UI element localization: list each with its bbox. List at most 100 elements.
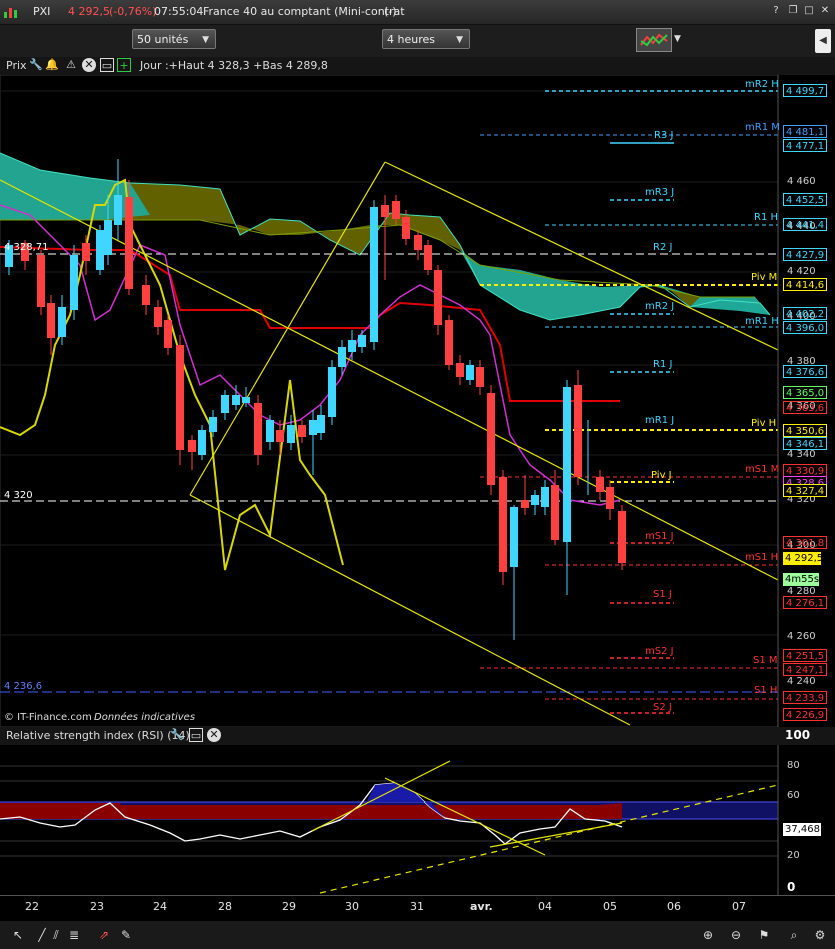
price-panel-label: Prix [6, 59, 27, 72]
close-icon[interactable]: ✕ [819, 5, 831, 17]
pivot-mR1-J: mR1 J [645, 415, 675, 426]
bell-icon[interactable]: 🔔 [45, 58, 59, 72]
x-label: avr. [470, 900, 493, 913]
price-tag: 4 427,9 [783, 248, 828, 261]
fibonacci-icon[interactable]: ≣ [66, 927, 82, 943]
price-tag: 4 327,4 [783, 484, 828, 497]
price-tag: 4 233,9 [783, 691, 828, 704]
copyright-text: © IT-Finance.com [4, 712, 92, 723]
pivot-R1-J: R1 J [653, 359, 673, 370]
rsi-current-value: 37,468 [783, 823, 821, 836]
price-tag: 4 276,1 [783, 596, 828, 609]
rsi-axis-tick: 100 [785, 728, 811, 742]
magnifier-icon[interactable]: ⌕ [786, 927, 802, 943]
restore-icon[interactable]: ❐ [787, 5, 799, 17]
x-label: 06 [667, 900, 681, 913]
wrench-icon[interactable]: 🔧 [170, 728, 184, 742]
x-label: 05 [603, 900, 617, 913]
add-indicator-icon[interactable]: + [117, 58, 131, 72]
axis-tick: 4 260 [787, 631, 816, 642]
disclaimer-text: Données indicatives [94, 712, 196, 723]
rsi-chart[interactable] [0, 745, 835, 895]
pivot-mS1-J: mS1 J [645, 531, 674, 542]
x-label: 31 [410, 900, 424, 913]
last-price: 4 292,5 [68, 5, 110, 18]
pen-icon[interactable]: ✎ [118, 927, 134, 943]
scroll-arrow-button[interactable]: ◀ [815, 29, 831, 53]
bottom-toolbar: ↖ ╱ ⫽ ≣ ⇗ ✎ ⊕ ⊖ ⚑ ⌕ ⚙ [0, 920, 835, 949]
price-tag: 4 452,5 [783, 193, 828, 206]
x-label: 24 [153, 900, 167, 913]
close-icon[interactable]: ✕ [82, 58, 96, 72]
x-axis: 22 23 24 28 29 30 31 avr. 04 05 06 07 [0, 895, 835, 920]
price-tag: 4 247,1 [783, 663, 828, 676]
close-icon[interactable]: ✕ [207, 728, 221, 742]
pivot-mR1-M: mR1 M [745, 122, 780, 133]
pivot-S1-M: S1 M [753, 655, 778, 666]
price-tag: 4 251,5 [783, 649, 828, 662]
instrument-suffix: (-) [384, 5, 397, 18]
arrow-tool-icon[interactable]: ⇗ [96, 927, 112, 943]
pivot-R3-J: R3 J [654, 130, 674, 141]
pivot-mR2-H: mR2 H [745, 79, 779, 90]
price-tag: 4 477,1 [783, 139, 828, 152]
price-tag: 4 226,9 [783, 708, 828, 721]
zoom-in-icon[interactable]: ⊕ [700, 927, 716, 943]
level-label-4328: 4 328,71 [4, 242, 49, 253]
level-label-4236: 4 236,6 [4, 681, 43, 692]
symbol-label: PXI [33, 5, 51, 18]
rsi-axis-tick: 0 [787, 880, 796, 894]
chevron-down-icon: ▼ [456, 35, 463, 45]
axis-tick: 4 420 [787, 266, 816, 277]
help-icon[interactable]: ? [770, 5, 782, 17]
price-change: (-0,76%) [109, 5, 157, 18]
price-tag: 4 363,6 [783, 401, 828, 414]
channel-tool-icon[interactable]: ⫽ [48, 927, 64, 943]
chevron-down-icon[interactable]: ▼ [674, 34, 681, 44]
x-label: 07 [732, 900, 746, 913]
window-icon[interactable]: ▭ [189, 728, 203, 742]
rsi-axis-tick: 20 [787, 850, 800, 861]
cursor-icon[interactable]: ↖ [10, 927, 26, 943]
pivot-mS1-H: mS1 H [745, 552, 779, 563]
chart-type-button[interactable] [636, 28, 672, 52]
rsi-header: Relative strength index (RSI) (14) 🔧 ▭ ✕ [0, 727, 835, 745]
pivot-mS2-J: mS2 J [645, 646, 674, 657]
pivot-S1-J: S1 J [653, 589, 672, 600]
level-label-4320: 4 320 [4, 490, 33, 501]
maximize-icon[interactable]: □ [803, 5, 815, 17]
units-select-value: 50 unités [137, 33, 189, 46]
pivot-mR3-J: mR3 J [645, 187, 675, 198]
zoom-out-icon[interactable]: ⊖ [728, 927, 744, 943]
pivot-R2-J: R2 J [653, 242, 673, 253]
clock-time: 07:55:04 [154, 5, 204, 18]
price-tag: 4 350,6 [783, 424, 828, 437]
price-tag: 4 402,2 [783, 307, 828, 320]
period-select-value: 4 heures [387, 33, 435, 46]
wrench-icon[interactable]: 🔧 [29, 58, 43, 72]
day-range-info: Jour :+Haut 4 328,3 +Bas 4 289,8 [140, 59, 328, 72]
pivot-mR2-J: mR2 J [645, 301, 675, 312]
price-tag: 4 396,0 [783, 321, 828, 334]
price-chart[interactable] [0, 75, 835, 727]
window-icon[interactable]: ▭ [100, 58, 114, 72]
rsi-axis-tick: 80 [787, 760, 800, 771]
instrument-name: France 40 au comptant (Mini-contrat [203, 5, 405, 18]
pivot-mS1-M: mS1 M [745, 464, 780, 475]
x-label: 23 [90, 900, 104, 913]
title-bar: PXI 4 292,5 (-0,76%) 07:55:04 France 40 … [0, 0, 835, 25]
x-label: 30 [345, 900, 359, 913]
price-tag: 4 346,1 [783, 437, 828, 450]
axis-tick: 4 240 [787, 676, 816, 687]
pivot-R1-H: R1 H [754, 212, 779, 223]
x-label: 04 [538, 900, 552, 913]
price-tag: 4 441,4 [783, 218, 828, 231]
pivot-S2-J: S2 J [653, 702, 672, 713]
settings-icon[interactable]: ⚙ [812, 927, 828, 943]
marker-icon[interactable]: ⚑ [756, 927, 772, 943]
alert-icon[interactable]: ⚠ [64, 58, 78, 72]
units-select[interactable]: 50 unités ▼ [132, 29, 216, 49]
pivot-Piv-J: Piv J [651, 470, 672, 481]
period-select[interactable]: 4 heures ▼ [382, 29, 470, 49]
x-label: 29 [282, 900, 296, 913]
